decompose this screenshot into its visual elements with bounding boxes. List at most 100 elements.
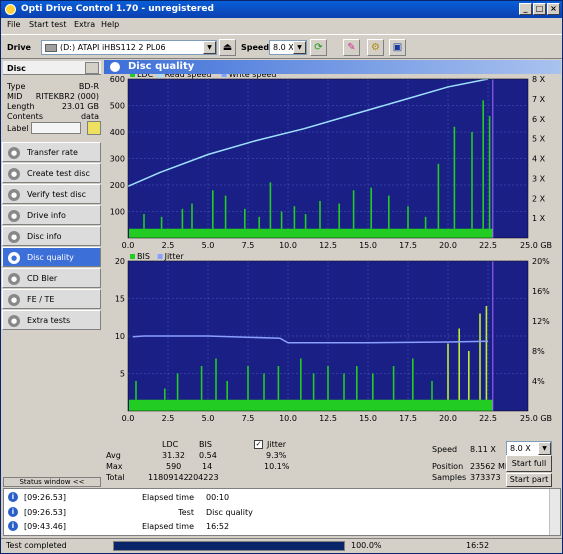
- app-window: Opti Drive Control 1.70 - unregistered _…: [0, 0, 563, 554]
- title-bar: Opti Drive Control 1.70 - unregistered _…: [1, 1, 562, 18]
- x-tick-label: 15.0: [359, 414, 377, 423]
- save-icon[interactable]: ▣: [389, 39, 406, 56]
- x-tick-label: 17.5: [399, 241, 417, 250]
- transfer-rate-icon: ●: [8, 147, 20, 159]
- avg-bis: 0.54: [199, 451, 217, 460]
- log-row: i [09:43.46] Elapsed time 16:52: [8, 520, 548, 533]
- legend-label: BIS: [137, 252, 150, 261]
- samples-label: Samples: [432, 473, 467, 482]
- erase-icon[interactable]: ✎: [343, 39, 360, 56]
- speed-select[interactable]: 8.0 X ▼: [269, 40, 307, 55]
- nav-create-test-disc[interactable]: ● Create test disc: [2, 163, 101, 183]
- info-icon: i: [8, 521, 18, 531]
- total-bis: 204223: [188, 473, 219, 482]
- x-tick-label: 0.0: [122, 414, 135, 423]
- minimize-button[interactable]: _: [519, 3, 532, 15]
- nav-verify-test-disc[interactable]: ● Verify test disc: [2, 184, 101, 204]
- log-row: i [09:26.53] Test Disc quality: [8, 506, 548, 519]
- drive-select[interactable]: (D:) ATAPI iHBS112 2 PL06 ▼: [41, 40, 217, 55]
- x-tick-label: 12.5: [319, 241, 337, 250]
- legend-swatch: [130, 254, 135, 259]
- test-speed-select[interactable]: 8.0 X ▼: [506, 441, 552, 456]
- apply-label-icon[interactable]: [87, 121, 101, 135]
- disc-quality-charts: LDC Read speed Write speed 100 200 300 400 500 6…: [110, 74, 552, 423]
- x-tick-label: 7.5: [242, 241, 255, 250]
- legend-swatch: [157, 74, 163, 77]
- eject-icon[interactable]: ⏏: [219, 39, 236, 56]
- disc-quality-icon: [110, 62, 120, 72]
- x-tick-label: 10.0: [279, 414, 297, 423]
- toolbar: Drive (D:) ATAPI iHBS112 2 PL06 ▼ ⏏ Spee…: [1, 34, 562, 59]
- y2-tick-label: 1 X: [532, 214, 546, 223]
- create-disc-icon: ●: [8, 168, 20, 180]
- nav-fe-te[interactable]: ● FE / TE: [2, 289, 101, 309]
- max-jitter: 10.1%: [264, 462, 290, 471]
- speed-value: 8.11 X: [470, 445, 496, 454]
- disc-quality-icon: ●: [8, 252, 20, 264]
- y-tick-label: 15: [115, 295, 125, 304]
- disc-mid-row: MID RITEKBR2 (000): [7, 92, 99, 101]
- nav-disc-quality[interactable]: ● Disc quality: [2, 247, 101, 267]
- start-part-button[interactable]: Start part: [506, 473, 552, 487]
- info-icon: i: [8, 507, 18, 517]
- stats-area: LDC BIS ✓ Jitter Avg 31.32 0.54 9.3% Max…: [104, 438, 561, 487]
- jitter-checkbox[interactable]: ✓: [254, 440, 263, 449]
- nav-drive-info[interactable]: ● Drive info: [2, 205, 101, 225]
- nav-transfer-rate[interactable]: ● Transfer rate: [2, 142, 101, 162]
- menu-bar: File Start test Extra Help: [1, 18, 562, 33]
- info-icon: i: [8, 492, 18, 502]
- nav-extra-tests[interactable]: ● Extra tests: [2, 310, 101, 330]
- x-tick-label: 25.0 GB: [520, 241, 552, 250]
- maximize-button[interactable]: □: [533, 3, 546, 15]
- x-tick-label: 5.0: [202, 241, 215, 250]
- total-ldc: 11809142: [148, 473, 189, 482]
- settings-icon[interactable]: ⚙: [367, 39, 384, 56]
- y2-tick-label: 16%: [532, 287, 550, 296]
- x-tick-label: 20.0: [439, 241, 457, 250]
- y-tick-label: 100: [110, 208, 125, 217]
- menu-file[interactable]: File: [7, 20, 20, 29]
- test-speed-value: 8.0 X: [510, 444, 531, 453]
- nav-cd-bler[interactable]: ● CD Bler: [2, 268, 101, 288]
- y2-tick-label: 5 X: [532, 135, 546, 144]
- y2-tick-label: 8%: [532, 347, 545, 356]
- speed-label: Speed: [241, 43, 270, 52]
- progress-fill: [114, 542, 344, 550]
- status-window-toggle[interactable]: Status window <<: [3, 477, 101, 487]
- elapsed-time: 16:52: [466, 541, 490, 550]
- legend-label: Write speed: [229, 74, 277, 79]
- menu-help[interactable]: Help: [101, 20, 119, 29]
- x-tick-label: 2.5: [162, 241, 175, 250]
- log-scrollbar[interactable]: [549, 489, 560, 535]
- y2-tick-label: 12%: [532, 317, 550, 326]
- menu-start-test[interactable]: Start test: [29, 20, 66, 29]
- close-button[interactable]: ×: [547, 3, 560, 15]
- app-icon: [5, 4, 16, 15]
- y2-tick-label: 8 X: [532, 75, 546, 84]
- legend-label: Read speed: [165, 74, 212, 79]
- nav-disc-info[interactable]: ● Disc info: [2, 226, 101, 246]
- disc-label-input[interactable]: [31, 122, 81, 134]
- y2-tick-label: 4 X: [532, 155, 546, 164]
- disc-info-box: Disc Type BD-R MID RITEKBR2 (000) Length 23…: [3, 61, 101, 141]
- chevron-down-icon: ▼: [293, 41, 306, 54]
- start-full-button[interactable]: Start full: [506, 455, 552, 472]
- avg-label: Avg: [106, 451, 121, 460]
- legend-label: LDC: [137, 74, 154, 79]
- cd-bler-icon: ●: [8, 273, 20, 285]
- chevron-down-icon: ▼: [203, 41, 216, 54]
- x-tick-label: 22.5: [479, 241, 497, 250]
- x-tick-label: 10.0: [279, 241, 297, 250]
- bis-baseline-area: [129, 399, 493, 411]
- y-tick-label: 400: [110, 128, 125, 137]
- refresh-icon[interactable]: ⟳: [310, 39, 327, 56]
- avg-jitter: 9.3%: [266, 451, 287, 460]
- status-bar: Test completed 100.0% 16:52: [1, 538, 562, 553]
- disc-box-toggle[interactable]: [85, 62, 99, 74]
- y2-tick-label: 2 X: [532, 194, 546, 203]
- speed-select-value: 8.0 X: [273, 43, 294, 52]
- ldc-baseline-area: [129, 228, 493, 238]
- menu-extra[interactable]: Extra: [74, 20, 95, 29]
- disc-info-icon: ●: [8, 231, 20, 243]
- max-ldc: 590: [166, 462, 182, 471]
